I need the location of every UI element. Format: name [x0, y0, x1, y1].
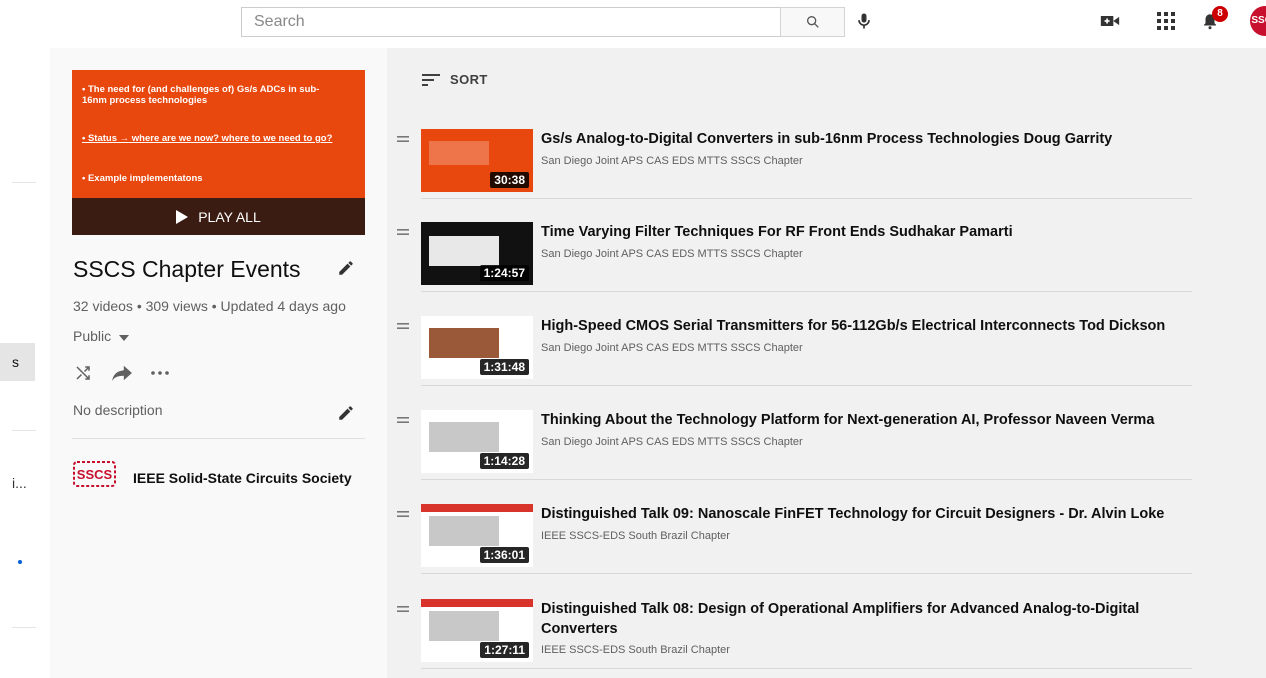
thumb-text-line: • Status → where are we now? where to we… [82, 133, 333, 144]
thumb-text-line: • Example implementatons [82, 173, 203, 184]
thumb-slide-band [421, 599, 533, 607]
edit-description-button[interactable] [334, 401, 358, 425]
video-title[interactable]: Time Varying Filter Techniques For RF Fr… [541, 222, 1181, 242]
video-title[interactable]: Distinguished Talk 08: Design of Operati… [541, 599, 1181, 639]
playlist-sidebar: • The need for (and challenges of) Gs/s … [50, 48, 387, 678]
thumb-slide-content [429, 611, 499, 641]
owner-name[interactable]: IEEE Solid-State Circuits Society [133, 470, 352, 486]
more-icon[interactable] [151, 370, 169, 376]
thumb-text-line: • The need for (and challenges of) Gs/s … [82, 84, 320, 95]
playlist-video-row[interactable]: 1:24:57 Time Varying Filter Techniques F… [387, 198, 1192, 292]
divider [72, 438, 365, 439]
apps-grid-icon [1157, 12, 1175, 30]
nav-item-truncated[interactable]: i... [12, 475, 27, 491]
owner-logo[interactable]: SSCS [73, 458, 116, 490]
thumb-slide-content [429, 236, 499, 266]
apps-button[interactable] [1154, 9, 1178, 33]
edit-title-button[interactable] [334, 256, 358, 280]
thumb-slide-band [421, 504, 533, 512]
thumb-slide-content [429, 141, 489, 165]
playlist-video-row[interactable]: 1:31:48 High-Speed CMOS Serial Transmitt… [387, 292, 1192, 386]
video-duration: 1:31:48 [479, 359, 529, 375]
playlist-stats: 32 videos • 309 views • Updated 4 days a… [73, 298, 346, 314]
video-channel[interactable]: San Diego Joint APS CAS EDS MTTS SSCS Ch… [541, 248, 803, 260]
pencil-icon [339, 261, 353, 275]
video-thumbnail[interactable]: 1:27:11 [421, 599, 533, 662]
sort-button[interactable]: SORT [422, 72, 488, 87]
shuffle-icon[interactable] [73, 364, 93, 382]
thumb-text-line: 16nm process technologies [82, 95, 208, 106]
mic-icon [858, 13, 870, 29]
video-channel[interactable]: San Diego Joint APS CAS EDS MTTS SSCS Ch… [541, 436, 803, 448]
thumb-slide-content [429, 422, 499, 452]
drag-handle-icon[interactable] [397, 322, 409, 330]
video-title[interactable]: Gs/s Analog-to-Digital Converters in sub… [541, 129, 1181, 149]
voice-search-button[interactable] [852, 9, 876, 33]
video-duration: 30:38 [490, 172, 529, 188]
sort-label: SORT [450, 72, 488, 87]
video-camera-icon [1100, 16, 1120, 26]
chevron-down-icon [119, 335, 130, 341]
video-title[interactable]: High-Speed CMOS Serial Transmitters for … [541, 316, 1181, 336]
play-icon [176, 209, 189, 224]
playlist-video-row[interactable]: 1:27:11 Distinguished Talk 08: Design of… [387, 575, 1192, 669]
row-divider [421, 668, 1192, 669]
notification-badge: 8 [1212, 6, 1228, 22]
video-title[interactable]: Distinguished Talk 09: Nanoscale FinFET … [541, 504, 1181, 524]
video-duration: 1:14:28 [479, 453, 529, 469]
playlist-video-row[interactable]: 1:36:01 Distinguished Talk 09: Nanoscale… [387, 480, 1192, 574]
video-channel[interactable]: IEEE SSCS-EDS South Brazil Chapter [541, 644, 730, 656]
video-duration: 1:36:01 [479, 547, 529, 563]
sort-icon [422, 73, 440, 86]
video-thumbnail[interactable]: 1:36:01 [421, 504, 533, 567]
video-duration: 1:27:11 [480, 642, 529, 658]
video-thumbnail[interactable]: 1:14:28 [421, 410, 533, 473]
nav-divider [12, 430, 36, 431]
drag-handle-icon[interactable] [397, 605, 409, 613]
playlist-title: SSCS Chapter Events [73, 256, 301, 282]
avatar[interactable]: SSCS [1250, 6, 1266, 36]
drag-handle-icon[interactable] [397, 135, 409, 143]
nav-divider [12, 182, 36, 183]
drag-handle-icon[interactable] [397, 416, 409, 424]
video-channel[interactable]: San Diego Joint APS CAS EDS MTTS SSCS Ch… [541, 155, 803, 167]
row-divider [421, 573, 1192, 574]
top-bar: Search 8 SSCS [0, 0, 1266, 48]
drag-handle-icon[interactable] [397, 228, 409, 236]
create-video-button[interactable] [1098, 9, 1122, 33]
privacy-label: Public [73, 328, 112, 344]
search-button[interactable] [780, 7, 845, 37]
playlist-description: No description [73, 402, 163, 418]
privacy-dropdown[interactable]: Public [73, 328, 130, 344]
playlist-video-row[interactable]: 30:38 Gs/s Analog-to-Digital Converters … [387, 105, 1192, 199]
thumb-slide-content [429, 516, 499, 546]
pencil-icon [339, 406, 353, 420]
nav-item-selected[interactable]: s [0, 343, 35, 381]
play-all-button[interactable]: PLAY ALL [72, 198, 365, 235]
video-thumbnail[interactable]: 30:38 [421, 129, 533, 192]
video-thumbnail[interactable]: 1:24:57 [421, 222, 533, 285]
playlist-actions [73, 364, 169, 382]
video-duration: 1:24:57 [479, 265, 529, 281]
owner-logo-text: SSCS [77, 467, 113, 482]
video-title[interactable]: Thinking About the Technology Platform f… [541, 410, 1181, 430]
playlist-video-row[interactable]: 1:14:28 Thinking About the Technology Pl… [387, 386, 1192, 480]
share-icon[interactable] [111, 364, 133, 382]
search-icon [806, 15, 819, 28]
play-all-label: PLAY ALL [198, 208, 261, 225]
playlist-video-list: SORT 30:38 Gs/s Analog-to-Digital Conver… [387, 48, 1266, 678]
video-thumbnail[interactable]: 1:31:48 [421, 316, 533, 379]
nav-indicator-dot [18, 560, 22, 564]
video-channel[interactable]: San Diego Joint APS CAS EDS MTTS SSCS Ch… [541, 342, 803, 354]
drag-handle-icon[interactable] [397, 510, 409, 518]
nav-divider [12, 627, 36, 628]
search-input[interactable]: Search [241, 7, 781, 37]
thumb-slide-content [429, 328, 499, 358]
video-channel[interactable]: IEEE SSCS-EDS South Brazil Chapter [541, 530, 730, 542]
